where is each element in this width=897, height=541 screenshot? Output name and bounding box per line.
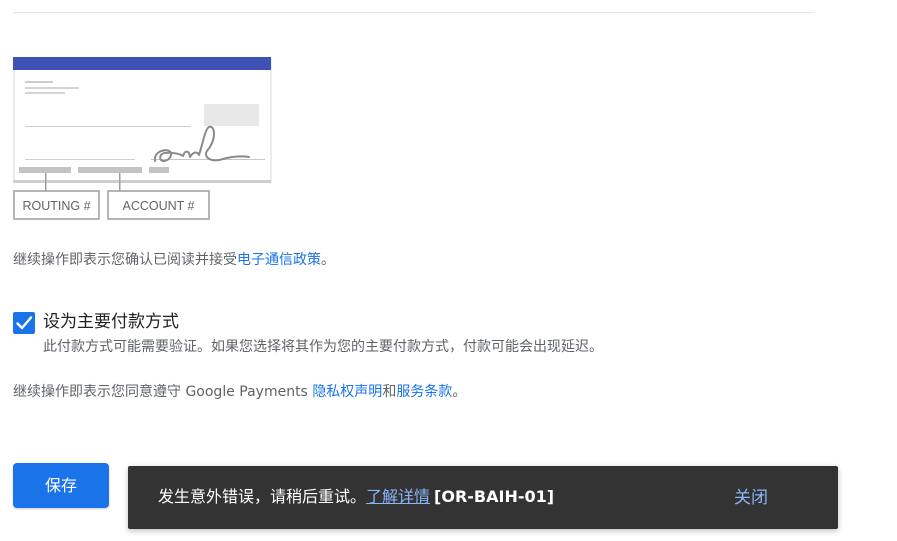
learn-more-link[interactable]: 了解详情 xyxy=(366,487,430,506)
payments-terms-prefix: 继续操作即表示您同意遵守 Google Payments xyxy=(13,384,313,400)
divider xyxy=(13,12,814,13)
primary-payment-label[interactable]: 设为主要付款方式 xyxy=(43,310,179,334)
error-message-text: 发生意外错误，请稍后重试。 xyxy=(158,487,367,506)
ecomm-terms-text: 继续操作即表示您确认已阅读并接受电子通信政策。 xyxy=(13,250,335,270)
check-routing-account-illustration: ROUTING # ACCOUNT # xyxy=(13,57,272,220)
save-button[interactable]: 保存 xyxy=(13,463,109,508)
payment-method-form: ROUTING # ACCOUNT # 继续操作即表示您确认已阅读并接受电子通信… xyxy=(0,0,897,541)
close-snackbar-button[interactable]: 关闭 xyxy=(734,486,768,510)
payments-terms-suffix: 。 xyxy=(452,384,467,400)
checkmark-icon xyxy=(16,316,33,330)
terms-of-service-link[interactable]: 服务条款 xyxy=(396,384,452,400)
payments-terms-middle: 和 xyxy=(382,384,397,400)
payments-terms-text: 继续操作即表示您同意遵守 Google Payments 隐私权声明和服务条款。 xyxy=(13,382,466,402)
account-number-label: ACCOUNT # xyxy=(122,199,194,213)
snackbar-message: 发生意外错误，请稍后重试。了解详情 [OR-BAIH-01] xyxy=(158,486,554,508)
ecomm-policy-link[interactable]: 电子通信政策 xyxy=(237,252,321,268)
ecomm-terms-suffix: 。 xyxy=(321,252,335,268)
error-snackbar: 发生意外错误，请稍后重试。了解详情 [OR-BAIH-01] 关闭 xyxy=(128,466,838,529)
check-header-bar xyxy=(13,57,271,70)
error-code: [OR-BAIH-01] xyxy=(434,487,555,506)
primary-payment-checkbox[interactable] xyxy=(13,312,35,334)
privacy-policy-link[interactable]: 隐私权声明 xyxy=(312,384,382,400)
primary-payment-note: 此付款方式可能需要验证。如果您选择将其作为您的主要付款方式，付款可能会出现延迟。 xyxy=(43,339,603,355)
routing-number-label: ROUTING # xyxy=(22,199,90,213)
ecomm-terms-prefix: 继续操作即表示您确认已阅读并接受 xyxy=(13,252,237,268)
